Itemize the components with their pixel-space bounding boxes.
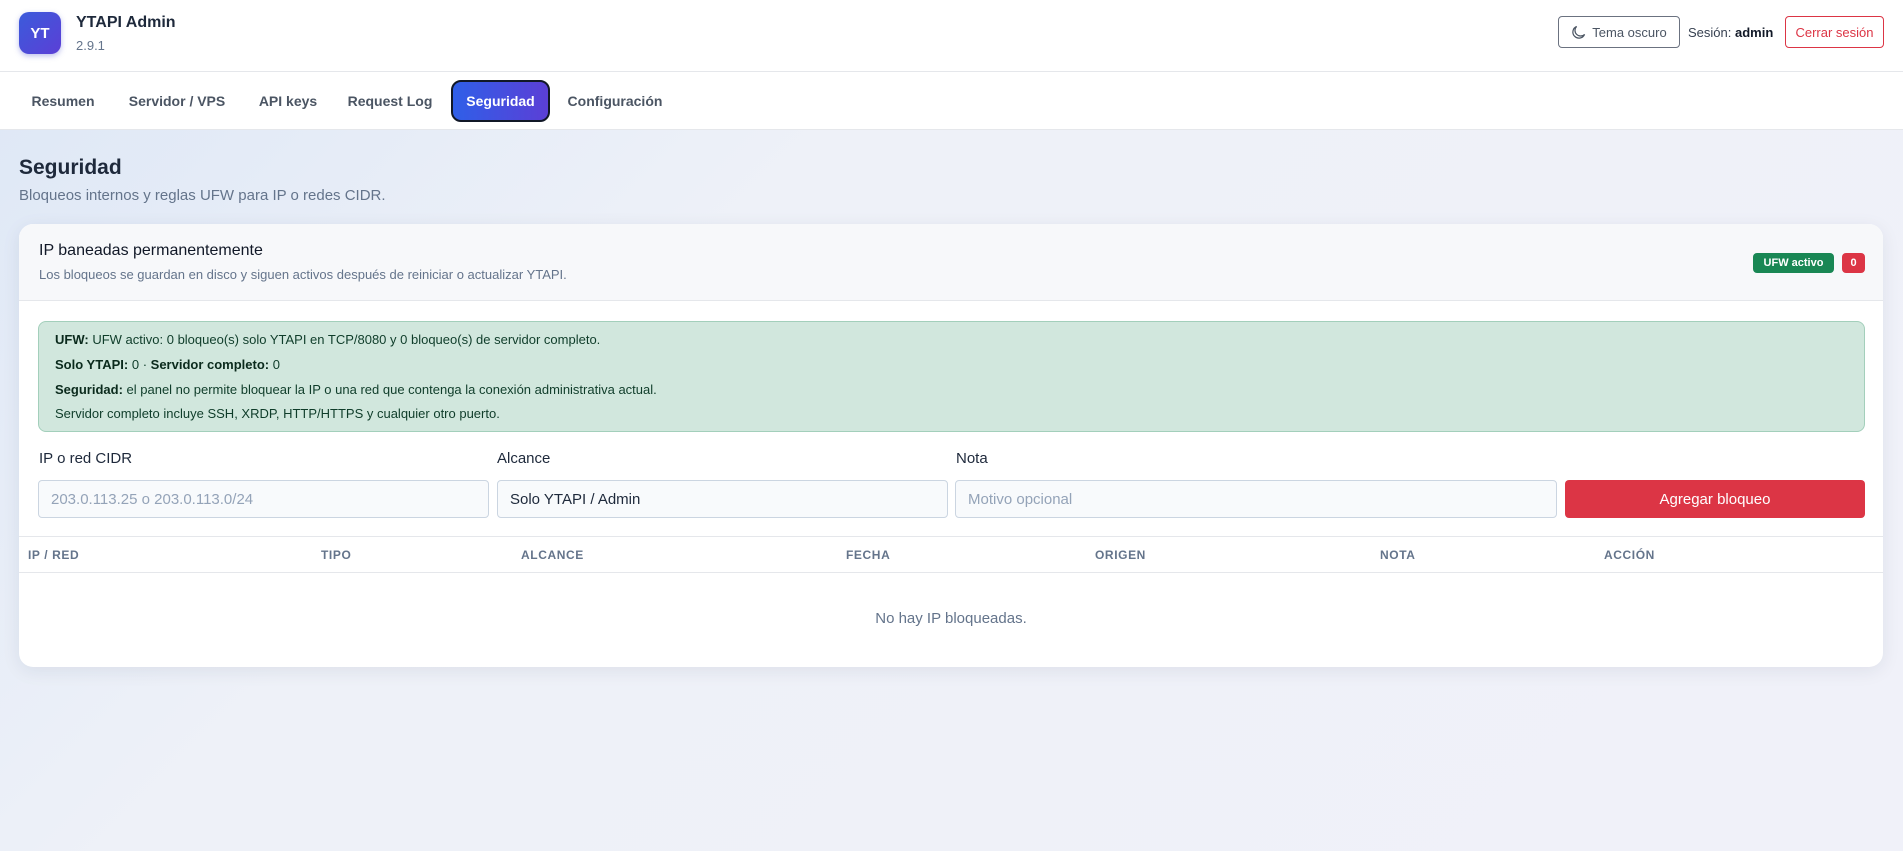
alert-line-note: Servidor completo incluye SSH, XRDP, HTT… xyxy=(55,406,500,421)
scope-label: Alcance xyxy=(497,450,551,467)
moon-icon xyxy=(1572,25,1586,39)
alert-ufw-label: UFW: xyxy=(55,332,89,347)
alert-line-ufw: UFW: UFW activo: 0 bloqueo(s) solo YTAPI… xyxy=(55,332,600,347)
ufw-info-alert: UFW: UFW activo: 0 bloqueo(s) solo YTAPI… xyxy=(38,321,1865,432)
app-logo: YT xyxy=(19,12,61,54)
col-fecha: FECHA xyxy=(846,548,891,562)
top-bar: YT YTAPI Admin 2.9.1 Tema oscuro Sesión:… xyxy=(0,0,1903,72)
tab-configuracion[interactable]: Configuración xyxy=(558,80,672,122)
table-header: IP / RED TIPO ALCANCE FECHA ORIGEN NOTA … xyxy=(19,536,1883,573)
note-input[interactable]: Motivo opcional xyxy=(955,480,1557,518)
alert-solo-label: Solo YTAPI: xyxy=(55,357,129,372)
empty-table-message: No hay IP bloqueadas. xyxy=(875,610,1027,627)
blocked-count-badge: 0 xyxy=(1842,253,1865,273)
alert-line-security: Seguridad: el panel no permite bloquear … xyxy=(55,382,657,397)
page-subtitle: Bloqueos internos y reglas UFW para IP o… xyxy=(19,187,386,204)
ip-label: IP o red CIDR xyxy=(39,450,133,467)
alert-note-text: Servidor completo incluye SSH, XRDP, HTT… xyxy=(55,406,500,421)
main-nav: Resumen Servidor / VPS API keys Request … xyxy=(0,72,1903,130)
card-header: IP baneadas permanentemente Los bloqueos… xyxy=(19,224,1883,301)
logo-text: YT xyxy=(30,24,50,42)
dark-theme-label: Tema oscuro xyxy=(1592,24,1667,40)
app-version: 2.9.1 xyxy=(76,38,105,53)
session-info: Sesión: admin xyxy=(1688,25,1773,40)
page-title: Seguridad xyxy=(19,156,122,179)
dark-theme-button[interactable]: Tema oscuro xyxy=(1558,16,1680,48)
alert-security-text: el panel no permite bloquear la IP o una… xyxy=(126,382,657,397)
ufw-status-badge: UFW activo xyxy=(1753,253,1834,273)
app-title: YTAPI Admin xyxy=(76,14,176,31)
alert-server-value: 0 xyxy=(272,357,280,372)
session-label: Sesión: xyxy=(1688,25,1732,40)
alert-security-label: Seguridad: xyxy=(55,382,123,397)
tab-servidor-vps[interactable]: Servidor / VPS xyxy=(116,80,238,122)
col-tipo: TIPO xyxy=(321,548,352,562)
banned-ips-card: IP baneadas permanentemente Los bloqueos… xyxy=(19,224,1883,667)
col-alcance: ALCANCE xyxy=(521,548,584,562)
tab-resumen[interactable]: Resumen xyxy=(20,80,106,122)
note-label: Nota xyxy=(956,450,988,467)
logout-button[interactable]: Cerrar sesión xyxy=(1785,16,1884,48)
card-title: IP baneadas permanentemente xyxy=(39,242,263,259)
col-accion: ACCIÓN xyxy=(1604,548,1655,562)
alert-separator: · xyxy=(142,357,148,372)
alert-line-counts: Solo YTAPI: 0 · Servidor completo: 0 xyxy=(55,357,280,372)
card-description: Los bloqueos se guardan en disco y sigue… xyxy=(39,267,567,282)
session-user: admin xyxy=(1735,25,1774,40)
col-nota: NOTA xyxy=(1380,548,1416,562)
scope-select[interactable]: Solo YTAPI / Admin xyxy=(497,480,948,518)
col-origen: ORIGEN xyxy=(1095,548,1146,562)
alert-ufw-text: UFW activo: 0 bloqueo(s) solo YTAPI en T… xyxy=(92,332,601,347)
tab-seguridad[interactable]: Seguridad xyxy=(451,80,550,122)
alert-server-label: Servidor completo: xyxy=(150,357,270,372)
col-ip-red: IP / RED xyxy=(28,548,80,562)
tab-api-keys[interactable]: API keys xyxy=(248,80,328,122)
alert-solo-value: 0 xyxy=(131,357,140,372)
tab-request-log[interactable]: Request Log xyxy=(338,80,442,122)
ip-input[interactable]: 203.0.113.25 o 203.0.113.0/24 xyxy=(38,480,489,518)
add-block-button[interactable]: Agregar bloqueo xyxy=(1565,480,1865,518)
